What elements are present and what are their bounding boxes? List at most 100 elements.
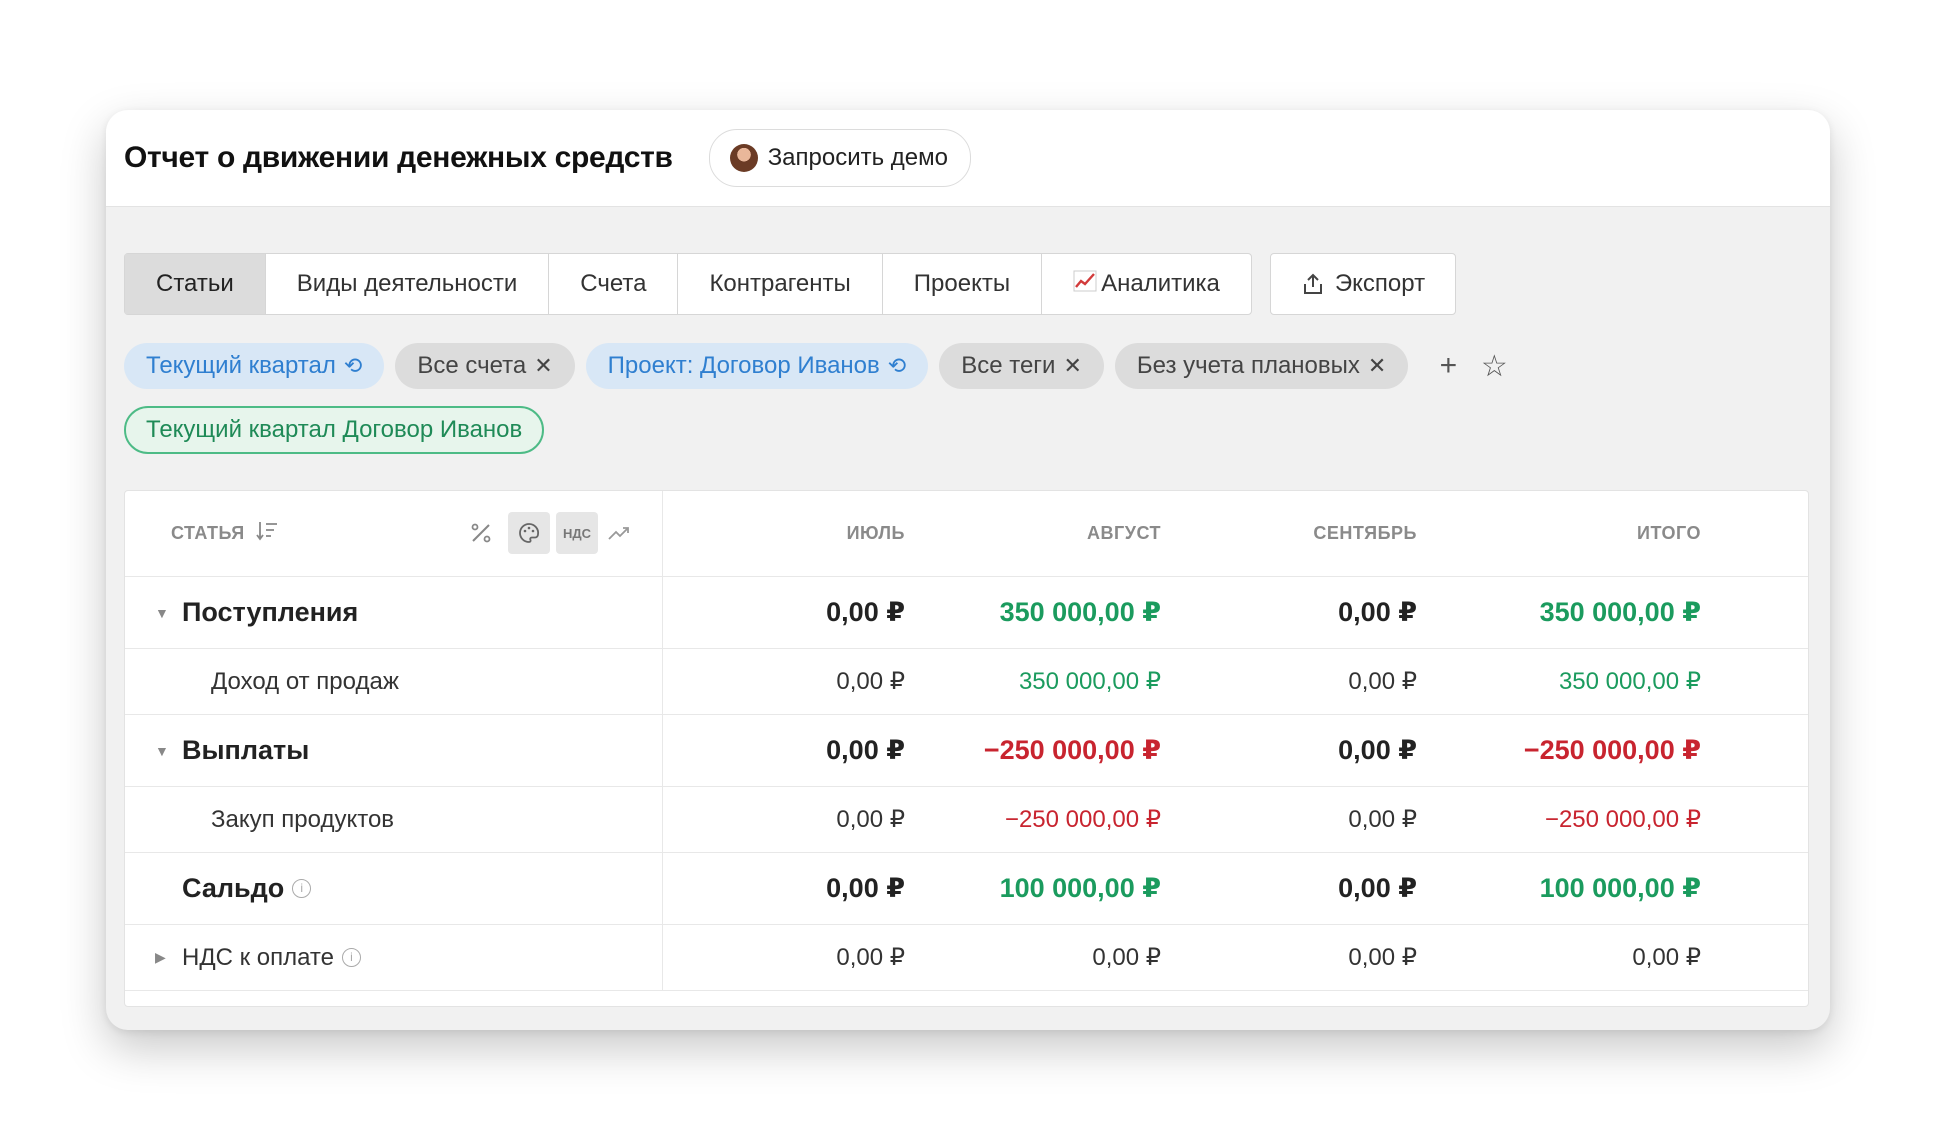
filter-chip-accounts[interactable]: Все счета ✕ <box>395 343 575 389</box>
close-icon[interactable]: ✕ <box>1063 355 1081 377</box>
reset-icon[interactable]: ⟲ <box>344 355 362 377</box>
row-name-cell: Доход от продаж <box>125 649 663 714</box>
sort-icon[interactable] <box>255 520 279 547</box>
saved-filter-chip[interactable]: Текущий квартал Договор Иванов <box>124 406 545 454</box>
filter-chip-label: Все счета <box>417 352 527 379</box>
filter-chip-label: Проект: Договор Иванов <box>607 352 880 379</box>
close-icon[interactable]: ✕ <box>534 355 552 377</box>
palette-icon[interactable] <box>508 512 550 554</box>
cell-value: 350 000,00 ₽ <box>1558 668 1701 695</box>
table-row: ▼ Поступления 0,00 ₽ 350 000,00 ₽ 0,00 ₽… <box>125 577 1808 649</box>
row-label: Поступления <box>182 597 359 627</box>
export-button[interactable]: Экспорт <box>1269 253 1457 315</box>
info-icon[interactable]: i <box>292 879 312 898</box>
filter-bar: Текущий квартал ⟲ Все счета ✕ Проект: До… <box>124 343 1511 389</box>
row-name-cell: ▼ Выплаты <box>125 715 663 786</box>
tab-projects[interactable]: Проекты <box>883 254 1043 314</box>
row-label[interactable]: Закуп продуктов <box>211 806 394 834</box>
tab-accounts-label: Счета <box>580 270 647 297</box>
tab-activity-types[interactable]: Виды деятельности <box>266 254 550 314</box>
tab-analytics[interactable]: Аналитика <box>1042 254 1251 314</box>
close-icon[interactable]: ✕ <box>1368 355 1386 377</box>
tab-counterparties-label: Контрагенты <box>709 270 851 297</box>
collapse-caret-icon[interactable]: ▼ <box>155 605 169 621</box>
info-icon[interactable]: i <box>342 948 361 967</box>
column-header-m1: ИЮЛЬ <box>846 523 905 543</box>
trend-icon[interactable] <box>598 512 640 554</box>
cell-value: −250 000,00 ₽ <box>1544 806 1701 833</box>
cell-value: 0,00 ₽ <box>1348 668 1417 695</box>
cell-value: −250 000,00 ₽ <box>983 735 1161 765</box>
request-demo-button[interactable]: Запросить демо <box>708 129 971 187</box>
collapse-caret-icon[interactable]: ▼ <box>155 743 169 759</box>
cell-value: 0,00 ₽ <box>836 668 905 695</box>
cell-value: 0,00 ₽ <box>826 735 905 765</box>
filter-chip-label: Текущий квартал <box>146 352 336 379</box>
cell-value: 0,00 ₽ <box>836 806 905 833</box>
export-label: Экспорт <box>1334 270 1426 297</box>
cell-value: −250 000,00 ₽ <box>1004 806 1161 833</box>
column-header-m3: СЕНТЯБРЬ <box>1313 523 1417 543</box>
table-row: ▼ Выплаты 0,00 ₽ −250 000,00 ₽ 0,00 ₽ −2… <box>125 715 1808 787</box>
tabs-row: Статьи Виды деятельности Счета Контраген… <box>124 253 1457 315</box>
expand-caret-icon[interactable]: ▶ <box>155 949 166 966</box>
table-row: Сальдо i 0,00 ₽ 100 000,00 ₽ 0,00 ₽ 100 … <box>125 853 1808 925</box>
add-filter-icon[interactable]: + <box>1431 349 1465 383</box>
filter-chip-label: Все теги <box>961 352 1056 379</box>
row-label: НДС к оплате <box>182 943 334 971</box>
star-icon[interactable]: ☆ <box>1477 349 1511 384</box>
table-row: Доход от продаж 0,00 ₽ 350 000,00 ₽ 0,00… <box>125 649 1808 715</box>
cell-value: 100 000,00 ₽ <box>999 873 1161 903</box>
cell-value: 0,00 ₽ <box>826 597 905 627</box>
filter-chip-tags[interactable]: Все теги ✕ <box>939 343 1104 389</box>
column-name-header: СТАТЬЯ НДС <box>125 491 663 576</box>
row-label: Сальдо <box>182 873 285 903</box>
header-tools: НДС <box>460 512 640 554</box>
filter-chip-period[interactable]: Текущий квартал ⟲ <box>124 343 385 389</box>
cell-value: 100 000,00 ₽ <box>1539 873 1701 903</box>
cell-value: 0,00 ₽ <box>1092 944 1161 971</box>
cell-value: 0,00 ₽ <box>1338 735 1417 765</box>
tab-projects-label: Проекты <box>913 270 1011 297</box>
column-name-label: СТАТЬЯ <box>171 523 245 543</box>
row-name-cell: ▼ Поступления <box>125 577 663 648</box>
row-name-cell: Закуп продуктов <box>125 787 663 852</box>
cell-value: 350 000,00 ₽ <box>1018 668 1161 695</box>
percent-icon[interactable] <box>460 512 502 554</box>
chart-icon <box>1073 270 1097 298</box>
cell-value: 350 000,00 ₽ <box>1539 597 1701 627</box>
export-icon <box>1303 273 1322 294</box>
view-tabs: Статьи Виды деятельности Счета Контраген… <box>124 253 1252 315</box>
cell-value: 0,00 ₽ <box>836 944 905 971</box>
nds-toggle[interactable]: НДС <box>556 512 598 554</box>
cell-value: 350 000,00 ₽ <box>999 597 1161 627</box>
tab-articles[interactable]: Статьи <box>125 254 266 314</box>
page-title: Отчет о движении денежных средств <box>124 141 673 174</box>
tab-articles-label: Статьи <box>156 270 234 297</box>
request-demo-label: Запросить демо <box>767 144 948 171</box>
reset-icon[interactable]: ⟲ <box>888 355 906 377</box>
filter-chip-label: Без учета плановых <box>1136 352 1360 379</box>
tab-counterparties[interactable]: Контрагенты <box>678 254 883 314</box>
column-header-m2: АВГУСТ <box>1087 523 1161 543</box>
filter-chip-planned[interactable]: Без учета плановых ✕ <box>1114 343 1409 389</box>
avatar <box>729 144 758 172</box>
cashflow-table: СТАТЬЯ НДС ИЮЛЬ АВГУСТ СЕНТЯБРЬ ИТОГО ▼ … <box>124 490 1809 1007</box>
filter-chip-project[interactable]: Проект: Договор Иванов ⟲ <box>585 343 929 389</box>
cell-value: 0,00 ₽ <box>826 873 905 903</box>
tab-accounts[interactable]: Счета <box>549 254 679 314</box>
cell-value: −250 000,00 ₽ <box>1523 735 1701 765</box>
table-row: ▶ НДС к оплате i 0,00 ₽ 0,00 ₽ 0,00 ₽ 0,… <box>125 925 1808 991</box>
row-name-cell: Сальдо i <box>125 853 663 924</box>
cell-value: 0,00 ₽ <box>1348 944 1417 971</box>
cell-value: 0,00 ₽ <box>1338 873 1417 903</box>
report-window: Отчет о движении денежных средств Запрос… <box>106 110 1830 1030</box>
table-row: Закуп продуктов 0,00 ₽ −250 000,00 ₽ 0,0… <box>125 787 1808 853</box>
row-name-cell: ▶ НДС к оплате i <box>125 925 663 990</box>
top-bar: Отчет о движении денежных средств Запрос… <box>106 110 1830 207</box>
row-label[interactable]: Доход от продаж <box>211 668 399 696</box>
tab-analytics-label: Аналитика <box>1101 270 1220 297</box>
tab-activity-types-label: Виды деятельности <box>296 270 518 297</box>
table-header: СТАТЬЯ НДС ИЮЛЬ АВГУСТ СЕНТЯБРЬ ИТОГО <box>125 491 1808 577</box>
cell-value: 0,00 ₽ <box>1338 597 1417 627</box>
